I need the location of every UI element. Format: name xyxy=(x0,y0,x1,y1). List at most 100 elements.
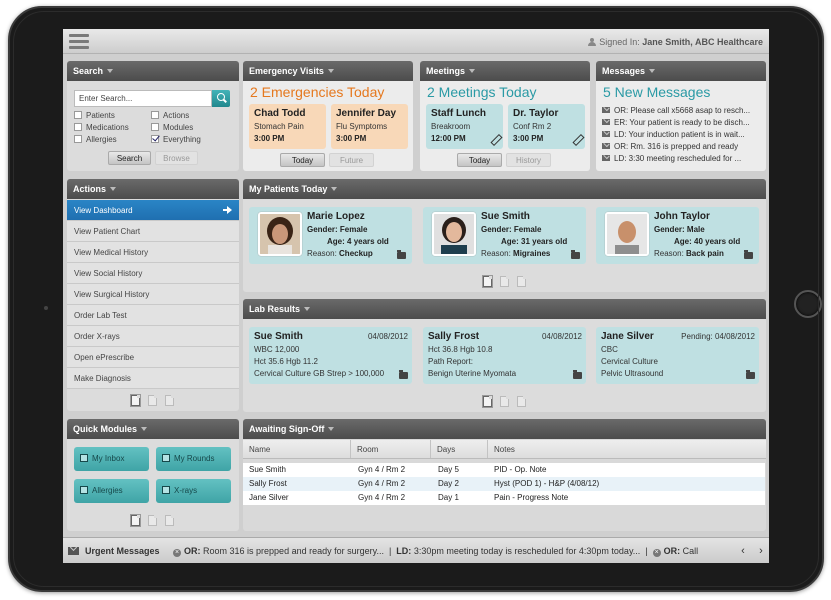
meeting-card[interactable]: Dr. Taylor Conf Rm 2 3:00 PM xyxy=(508,104,585,149)
column-notes[interactable]: Notes xyxy=(488,440,766,458)
action-make-diagnosis[interactable]: Make Diagnosis xyxy=(67,368,239,389)
meetings-panel-title: Meetings xyxy=(426,66,466,76)
home-button[interactable] xyxy=(794,290,822,318)
tab-future[interactable]: Future xyxy=(329,153,374,167)
patient-card[interactable]: Marie Lopez Gender: Female Age: 4 years … xyxy=(249,207,412,264)
tab-today[interactable]: Today xyxy=(280,153,325,167)
emergency-card[interactable]: Chad Todd Stomach Pain 3:00 PM xyxy=(249,104,326,149)
page-icon[interactable] xyxy=(483,276,492,287)
folder-icon[interactable] xyxy=(744,250,753,259)
close-icon[interactable]: × xyxy=(173,549,181,557)
page-icon[interactable] xyxy=(148,395,157,406)
message-item[interactable]: OR: Rm. 316 is prepped and ready xyxy=(602,142,762,151)
patient-card[interactable]: Sue Smith Gender: Female Age: 31 years o… xyxy=(423,207,586,264)
folder-icon[interactable] xyxy=(571,250,580,259)
ticker-tag: OR: xyxy=(184,546,201,556)
envelope-icon xyxy=(602,119,610,125)
message-item[interactable]: LD: Your induction patient is in wait... xyxy=(602,130,762,139)
lab-results-title: Lab Results xyxy=(249,304,301,314)
actions-panel-header[interactable]: Actions xyxy=(67,179,239,199)
patients-panel-header[interactable]: My Patients Today xyxy=(243,179,766,199)
quick-my-rounds[interactable]: My Rounds xyxy=(156,447,231,471)
action-view-surgical-history[interactable]: View Surgical History xyxy=(67,284,239,305)
filter-everything[interactable]: Everything xyxy=(151,135,201,144)
lab-results-header[interactable]: Lab Results xyxy=(243,299,766,319)
table-row[interactable]: Jane Silver Gyn 4 / Rm 2 Day 1 Pain - Pr… xyxy=(243,491,765,505)
close-icon[interactable]: × xyxy=(652,549,661,557)
lab-line: CBC xyxy=(601,345,618,354)
action-order-x-rays[interactable]: Order X-rays xyxy=(67,326,239,347)
quick-allergies[interactable]: Allergies xyxy=(74,479,149,503)
action-view-medical-history[interactable]: View Medical History xyxy=(67,242,239,263)
action-open-eprescribe[interactable]: Open ePrescribe xyxy=(67,347,239,368)
folder-icon[interactable] xyxy=(399,370,408,379)
app-screen: Signed In: Jane Smith, ABC Healthcare Se… xyxy=(63,29,769,563)
folder-icon[interactable] xyxy=(573,370,582,379)
filter-actions[interactable]: Actions xyxy=(151,111,189,120)
page-icon[interactable] xyxy=(500,276,509,287)
lab-card[interactable]: Sally Frost 04/08/2012 Hct 36.8 Hgb 10.8… xyxy=(423,327,586,384)
page-icon[interactable] xyxy=(148,515,157,526)
column-name[interactable]: Name xyxy=(243,440,351,458)
lab-patient-name: Jane Silver xyxy=(601,331,654,342)
urgent-ticker[interactable]: × OR: Room 316 is prepped and ready for s… xyxy=(173,546,728,557)
folder-icon[interactable] xyxy=(746,370,755,379)
table-row[interactable]: Sue Smith Gyn 4 / Rm 2 Day 5 PID - Op. N… xyxy=(243,463,765,477)
message-item[interactable]: ER: Your patient is ready to be disch... xyxy=(602,118,762,127)
messages-headline: 5 New Messages xyxy=(603,84,711,100)
action-view-patient-chart[interactable]: View Patient Chart xyxy=(67,221,239,242)
column-room[interactable]: Room xyxy=(351,440,431,458)
action-view-dashboard[interactable]: View Dashboard xyxy=(67,200,239,221)
tab-today[interactable]: Today xyxy=(457,153,502,167)
meetings-panel-header[interactable]: Meetings xyxy=(420,61,590,81)
age-label: Age: xyxy=(674,237,692,246)
action-order-lab-test[interactable]: Order Lab Test xyxy=(67,305,239,326)
message-item[interactable]: OR: Please call x5668 asap to resch... xyxy=(602,106,762,115)
column-days[interactable]: Days xyxy=(431,440,488,458)
page-icon[interactable] xyxy=(483,396,492,407)
lab-card[interactable]: Sue Smith 04/08/2012 WBC 12,000 Hct 35.6… xyxy=(249,327,412,384)
menu-icon[interactable] xyxy=(69,34,89,49)
search-input[interactable] xyxy=(74,90,212,107)
edit-icon[interactable] xyxy=(572,135,581,144)
card-time: 12:00 PM xyxy=(431,134,466,143)
message-item[interactable]: LD: 3:30 meeting rescheduled for ... xyxy=(602,154,762,163)
search-panel-header[interactable]: Search xyxy=(67,61,239,81)
emergency-card[interactable]: Jennifer Day Flu Symptoms 3:00 PM xyxy=(331,104,408,149)
quick-my-inbox[interactable]: My Inbox xyxy=(74,447,149,471)
filter-allergies[interactable]: Allergies xyxy=(74,135,117,144)
urgent-messages-title[interactable]: Urgent Messages xyxy=(85,546,160,556)
tab-history[interactable]: History xyxy=(506,153,551,167)
envelope-icon xyxy=(602,155,610,161)
action-view-social-history[interactable]: View Social History xyxy=(67,263,239,284)
patient-card[interactable]: John Taylor Gender: Male Age: 40 years o… xyxy=(596,207,759,264)
quick-modules-header[interactable]: Quick Modules xyxy=(67,419,239,439)
search-icon[interactable] xyxy=(212,90,230,107)
search-button[interactable]: Search xyxy=(108,151,151,165)
table-row[interactable]: Sally Frost Gyn 4 / Rm 2 Day 2 Hyst (POD… xyxy=(243,477,765,491)
meeting-card[interactable]: Staff Lunch Breakroom 12:00 PM xyxy=(426,104,503,149)
page-icon[interactable] xyxy=(165,515,174,526)
page-icon[interactable] xyxy=(517,276,526,287)
filter-patients[interactable]: Patients xyxy=(74,111,115,120)
age-label: Age: xyxy=(501,237,519,246)
chevron-left-icon[interactable]: ‹ xyxy=(737,545,749,557)
page-icon[interactable] xyxy=(131,515,140,526)
quick-x-rays[interactable]: X-rays xyxy=(156,479,231,503)
edit-icon[interactable] xyxy=(490,135,499,144)
lab-card[interactable]: Jane Silver Pending: 04/08/2012 CBC Cerv… xyxy=(596,327,759,384)
page-icon[interactable] xyxy=(500,396,509,407)
filter-medications[interactable]: Medications xyxy=(74,123,129,132)
emergency-panel-header[interactable]: Emergency Visits xyxy=(243,61,413,81)
filter-modules[interactable]: Modules xyxy=(151,123,193,132)
folder-icon[interactable] xyxy=(397,250,406,259)
page-icon[interactable] xyxy=(517,396,526,407)
chevron-down-icon xyxy=(331,187,338,191)
checkbox-icon xyxy=(74,111,82,119)
page-icon[interactable] xyxy=(165,395,174,406)
messages-panel-header[interactable]: Messages xyxy=(596,61,766,81)
browse-button[interactable]: Browse xyxy=(155,151,198,165)
page-icon[interactable] xyxy=(131,395,140,406)
signoff-header[interactable]: Awaiting Sign-Off xyxy=(243,419,766,439)
chevron-right-icon[interactable]: › xyxy=(755,545,767,557)
